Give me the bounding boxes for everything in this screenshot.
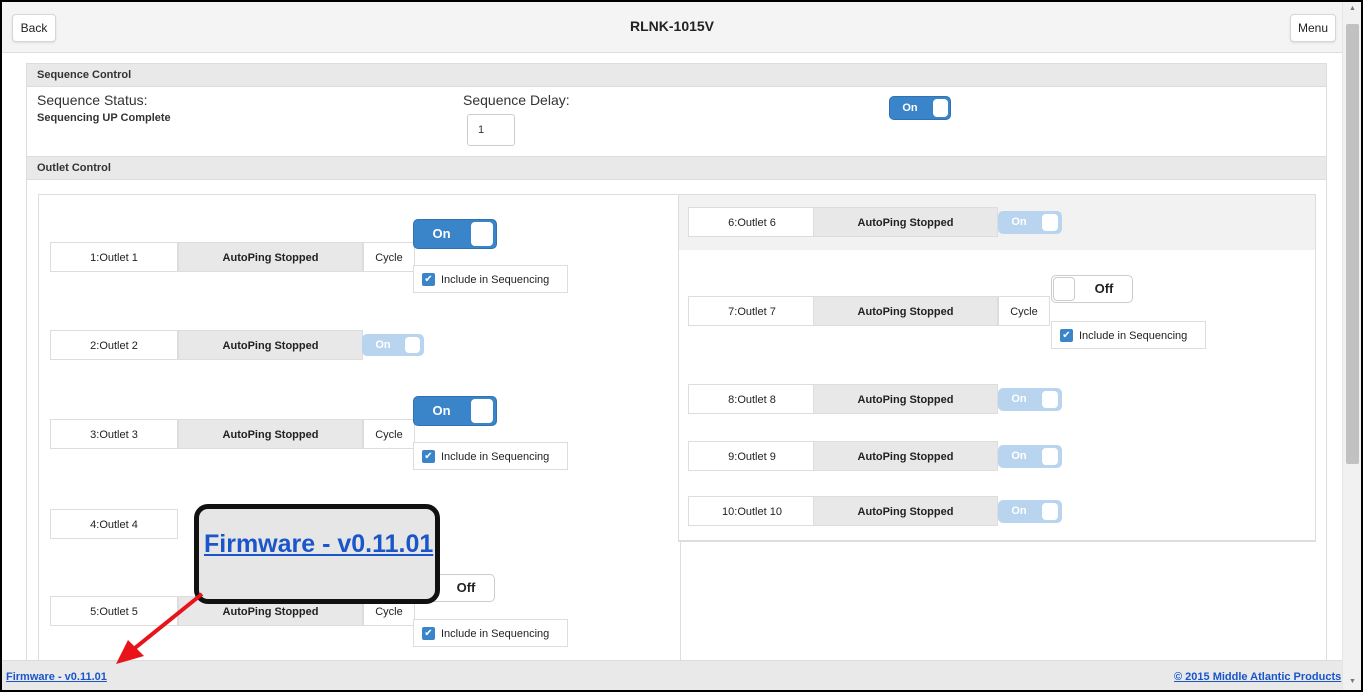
- toggle-label: On: [1011, 505, 1027, 517]
- autoping-status: AutoPing Stopped: [813, 496, 998, 526]
- autoping-status: AutoPing Stopped: [813, 296, 998, 326]
- scroll-up-icon[interactable]: ▲: [1349, 5, 1356, 12]
- include-label: Include in Sequencing: [441, 628, 550, 640]
- outlet-name-button[interactable]: 6:Outlet 6: [688, 207, 816, 237]
- toggle-knob: [1042, 503, 1058, 520]
- scrollbar[interactable]: ▲ ▼: [1342, 2, 1361, 690]
- toggle-knob: [1053, 277, 1075, 301]
- footer: Firmware - v0.11.01 © 2015 Middle Atlant…: [2, 660, 1342, 690]
- app-window: Back RLNK-1015V Menu ▲ ▼ Sequence Contro…: [0, 0, 1363, 692]
- checkmark-icon: ✔: [422, 273, 435, 286]
- toggle-label: On: [1011, 450, 1027, 462]
- outlet-control-header: Outlet Control: [27, 156, 1326, 180]
- autoping-status: AutoPing Stopped: [178, 330, 363, 360]
- autoping-status: AutoPing Stopped: [813, 384, 998, 414]
- autoping-status: AutoPing Stopped: [813, 207, 998, 237]
- outlet-power-toggle: On: [362, 334, 424, 356]
- menu-button[interactable]: Menu: [1290, 14, 1336, 42]
- scroll-down-icon[interactable]: ▼: [1349, 678, 1356, 685]
- toggle-label: On: [432, 403, 451, 418]
- back-button[interactable]: Back: [12, 14, 56, 42]
- sequence-toggle-label: On: [902, 102, 918, 114]
- sequence-toggle[interactable]: On: [889, 96, 951, 120]
- toggle-knob: [405, 337, 420, 353]
- toggle-knob: [933, 99, 948, 117]
- toggle-label: On: [432, 226, 451, 241]
- toggle-label: On: [1011, 393, 1027, 405]
- outlet-name-button[interactable]: 4:Outlet 4: [50, 509, 178, 539]
- outlet-name-button[interactable]: 7:Outlet 7: [688, 296, 816, 326]
- sequence-delay-label: Sequence Delay:: [463, 92, 570, 108]
- outlet-row: 3:Outlet 3 AutoPing Stopped Cycle On ✔ I…: [39, 372, 680, 496]
- outlet-row: 10:Outlet 10 AutoPing Stopped On: [679, 484, 1315, 541]
- outlet-name-button[interactable]: 9:Outlet 9: [688, 441, 816, 471]
- toggle-label: Off: [456, 580, 476, 595]
- cycle-button[interactable]: Cycle: [998, 296, 1050, 326]
- include-label: Include in Sequencing: [1079, 330, 1188, 342]
- sequence-status-label: Sequence Status:: [37, 92, 148, 108]
- outlet-row: 2:Outlet 2 AutoPing Stopped On: [39, 317, 680, 373]
- sequence-status-value: Sequencing UP Complete: [37, 112, 171, 124]
- checkmark-icon: ✔: [422, 627, 435, 640]
- outlet-name-button[interactable]: 2:Outlet 2: [50, 330, 178, 360]
- toggle-knob: [1042, 448, 1058, 465]
- outlet-name-button[interactable]: 5:Outlet 5: [50, 596, 178, 626]
- firmware-version-link[interactable]: Firmware - v0.11.01: [6, 671, 107, 683]
- toggle-knob: [1042, 214, 1058, 231]
- toggle-knob: [471, 222, 493, 246]
- include-in-sequencing-checkbox[interactable]: ✔ Include in Sequencing: [1051, 321, 1206, 349]
- outlet-power-toggle: On: [998, 211, 1062, 234]
- outlet-power-toggle: On: [998, 388, 1062, 411]
- include-label: Include in Sequencing: [441, 451, 550, 463]
- autoping-status: AutoPing Stopped: [178, 242, 363, 272]
- include-in-sequencing-checkbox[interactable]: ✔ Include in Sequencing: [413, 442, 568, 470]
- outlet-name-button[interactable]: 8:Outlet 8: [688, 384, 816, 414]
- toggle-label: On: [1011, 216, 1027, 228]
- checkmark-icon: ✔: [422, 450, 435, 463]
- sequence-delay-input[interactable]: 1: [467, 114, 515, 146]
- cycle-button[interactable]: Cycle: [363, 419, 415, 449]
- include-label: Include in Sequencing: [441, 274, 550, 286]
- outlet-name-button[interactable]: 3:Outlet 3: [50, 419, 178, 449]
- callout-firmware-text: Firmware - v0.11.01: [204, 530, 434, 558]
- top-bar: Back RLNK-1015V Menu: [2, 2, 1342, 53]
- toggle-knob: [1042, 391, 1058, 408]
- toggle-knob: [471, 399, 493, 423]
- outlet-power-toggle[interactable]: On: [413, 396, 497, 426]
- copyright-link[interactable]: © 2015 Middle Atlantic Products: [1174, 671, 1341, 683]
- page-title: RLNK-1015V: [629, 18, 715, 34]
- checkmark-icon: ✔: [1060, 329, 1073, 342]
- outlet-row: 6:Outlet 6 AutoPing Stopped On: [679, 195, 1315, 251]
- outlet-column-right: 6:Outlet 6 AutoPing Stopped On 7:Outlet …: [678, 194, 1316, 542]
- outlet-power-toggle[interactable]: Off: [1051, 275, 1133, 303]
- outlet-power-toggle[interactable]: On: [413, 219, 497, 249]
- autoping-status: AutoPing Stopped: [813, 441, 998, 471]
- outlet-name-button[interactable]: 1:Outlet 1: [50, 242, 178, 272]
- scrollbar-thumb[interactable]: [1346, 24, 1359, 464]
- outlet-power-toggle: On: [998, 500, 1062, 523]
- outlet-row: 1:Outlet 1 AutoPing Stopped Cycle On ✔ I…: [39, 195, 680, 318]
- outlet-row: 9:Outlet 9 AutoPing Stopped On: [679, 428, 1315, 485]
- include-in-sequencing-checkbox[interactable]: ✔ Include in Sequencing: [413, 265, 568, 293]
- sequence-control-header: Sequence Control: [27, 64, 1326, 87]
- toggle-label: Off: [1094, 281, 1114, 296]
- outlet-power-toggle: On: [998, 445, 1062, 468]
- outlet-name-button[interactable]: 10:Outlet 10: [688, 496, 816, 526]
- toggle-label: On: [375, 339, 391, 351]
- outlet-row: 8:Outlet 8 AutoPing Stopped On: [679, 372, 1315, 429]
- autoping-status: AutoPing Stopped: [178, 419, 363, 449]
- include-in-sequencing-checkbox[interactable]: ✔ Include in Sequencing: [413, 619, 568, 647]
- cycle-button[interactable]: Cycle: [363, 242, 415, 272]
- outlet-row: 7:Outlet 7 AutoPing Stopped Cycle Off ✔ …: [679, 250, 1315, 373]
